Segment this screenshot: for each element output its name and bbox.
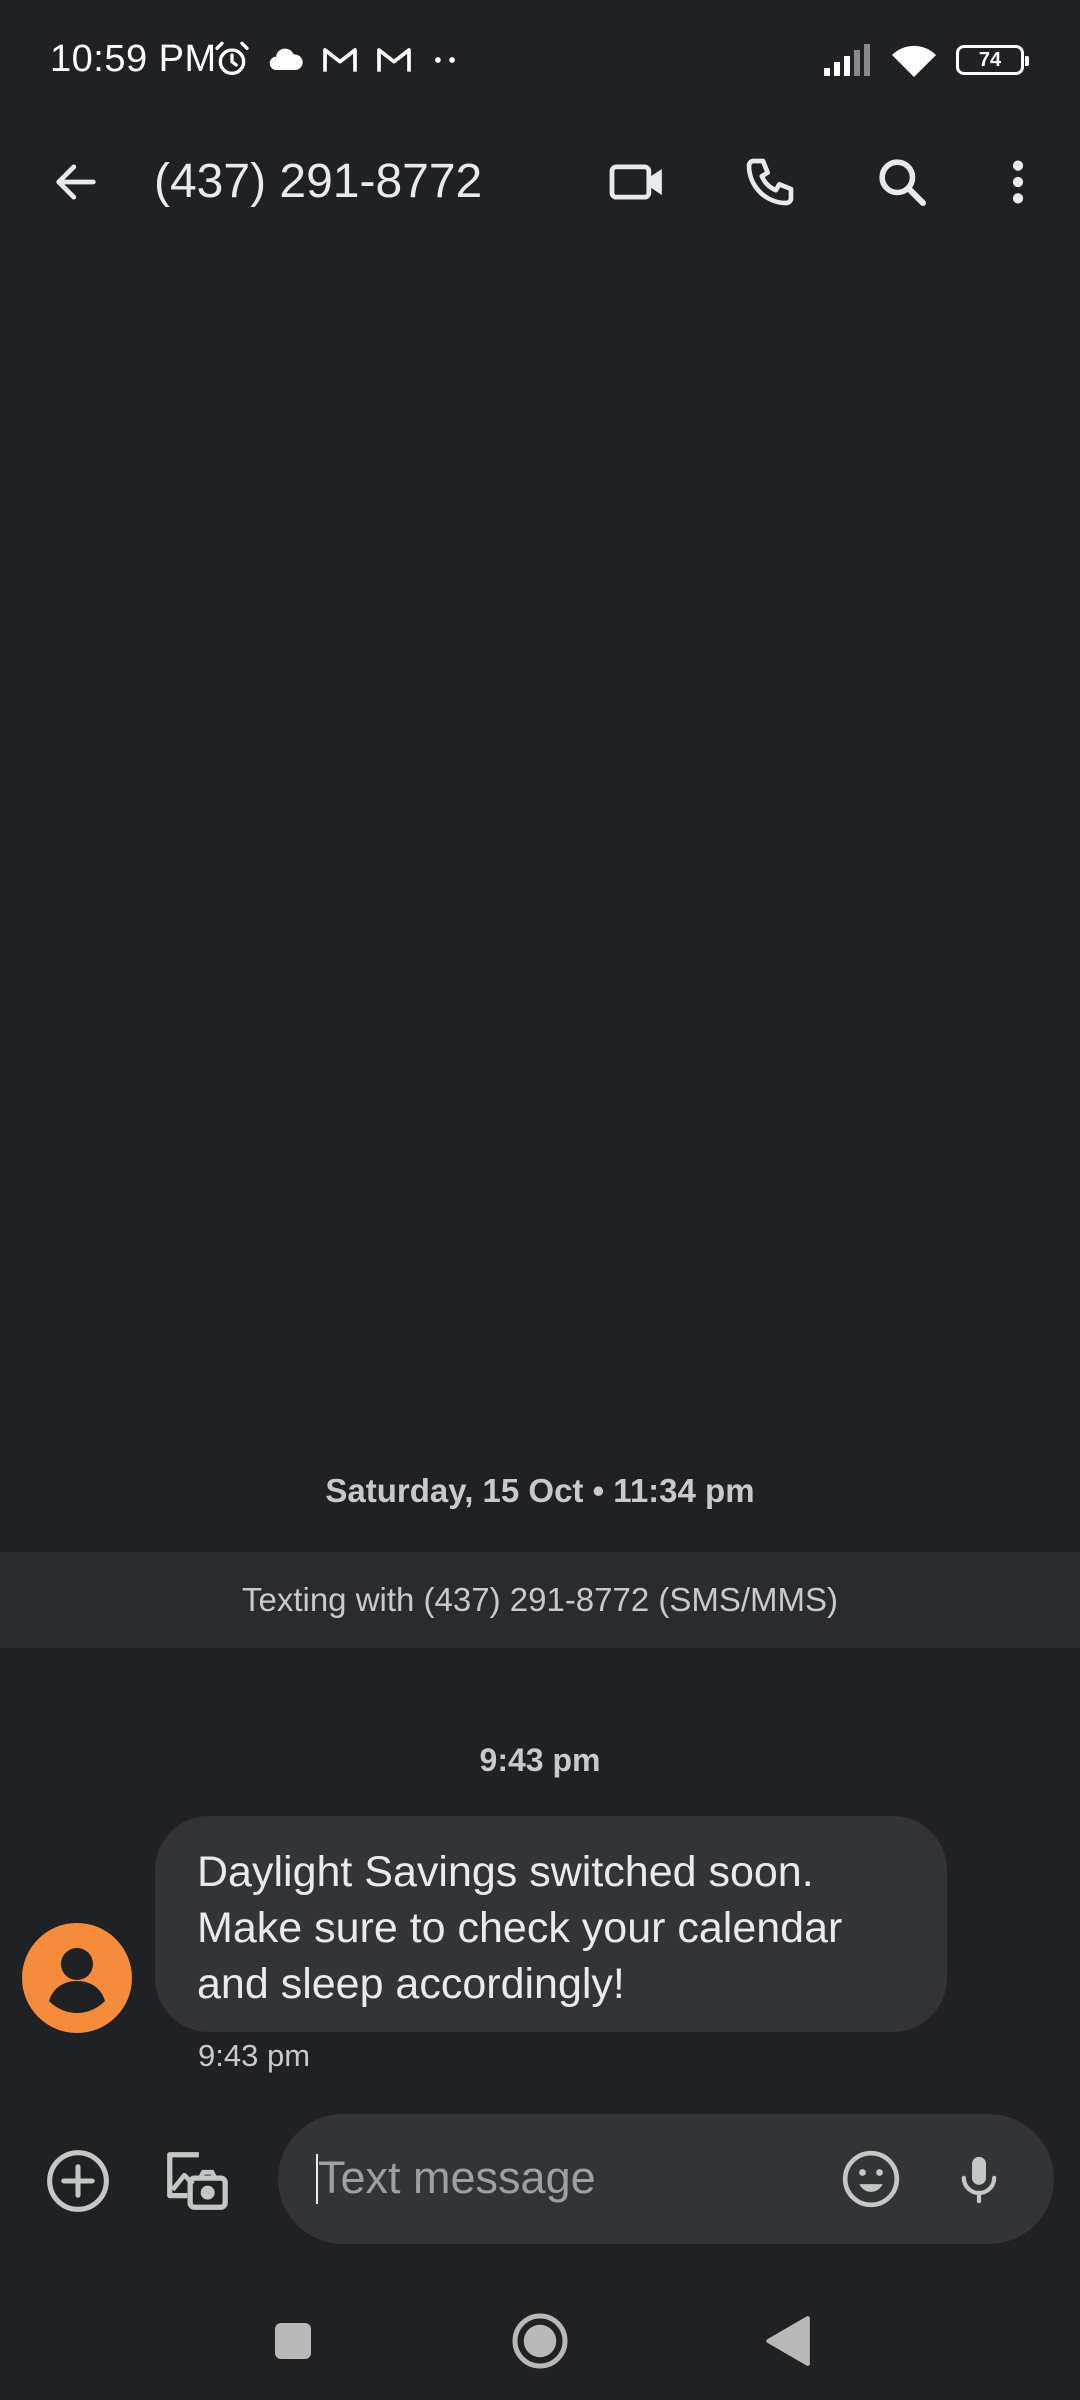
recents-square-icon — [275, 2323, 311, 2359]
wifi-icon — [892, 45, 936, 77]
video-call-button[interactable] — [598, 142, 678, 222]
search-button[interactable] — [862, 142, 942, 222]
emoji-button[interactable] — [830, 2138, 912, 2220]
incoming-message-bubble[interactable]: Daylight Savings switched soon. Make sur… — [155, 1816, 947, 2032]
contact-title: (437) 291-8772 — [154, 155, 483, 208]
status-bar: 10:59 PM 74 — [0, 0, 1080, 120]
contact-avatar[interactable] — [22, 1923, 132, 2033]
gmail-icon — [377, 48, 411, 72]
back-button[interactable] — [36, 142, 116, 222]
message-timestamp: 9:43 pm — [198, 2038, 311, 2073]
message-line: Daylight Savings switched soon. — [197, 1848, 814, 1896]
nav-back-button[interactable] — [742, 2296, 832, 2386]
add-circle-icon — [47, 2150, 109, 2212]
gallery-camera-button[interactable] — [154, 2139, 238, 2223]
status-time: 10:59 PM — [50, 38, 217, 80]
message-line: and sleep accordingly! — [197, 1960, 625, 2008]
texting-mode-text: Texting with (437) 291-8772 (SMS/MMS) — [241, 1581, 839, 1618]
status-system-icons: 74 — [822, 38, 1029, 82]
person-icon — [49, 1948, 105, 2013]
signal-icon — [824, 44, 870, 76]
conversation-app-bar: (437) 291-8772 — [0, 120, 1080, 244]
recents-button[interactable] — [248, 2296, 338, 2386]
video-call-icon — [609, 164, 662, 200]
more-options-button[interactable] — [978, 142, 1058, 222]
phone-icon — [746, 158, 794, 206]
system-navigation-bar — [0, 2290, 1080, 2400]
home-button[interactable] — [495, 2296, 585, 2386]
more-vert-icon — [1012, 160, 1024, 204]
attach-button[interactable] — [38, 2141, 118, 2221]
compose-placeholder: Text message — [318, 2152, 596, 2203]
back-triangle-icon — [766, 2316, 810, 2366]
alarm-icon — [215, 41, 249, 75]
emoji-icon — [842, 2150, 900, 2208]
back-arrow-icon — [56, 164, 96, 200]
gallery-camera-icon — [167, 2152, 228, 2210]
gmail-icon — [323, 48, 357, 72]
status-notification-icons — [212, 38, 462, 82]
phone-call-button[interactable] — [730, 142, 810, 222]
search-icon — [879, 159, 927, 207]
cloud-icon — [269, 48, 303, 71]
more-dots-icon — [435, 57, 455, 63]
texting-mode-banner: Texting with (437) 291-8772 (SMS/MMS) — [0, 1552, 1080, 1648]
conversation-date-header: Saturday, 15 Oct • 11:34 pm — [325, 1472, 755, 1509]
microphone-icon — [961, 2156, 997, 2204]
message-line: Make sure to check your calendar — [197, 1904, 843, 1952]
messages-screen: 10:59 PM 74 (437) 291-8772 Saturday, 15 … — [0, 0, 1080, 2400]
voice-input-button[interactable] — [938, 2138, 1020, 2220]
home-circle-icon — [512, 2313, 568, 2369]
message-compose-field[interactable]: Text message — [278, 2114, 1054, 2244]
battery-icon: 74 — [956, 45, 1029, 75]
battery-level: 74 — [978, 48, 1002, 71]
message-time-divider: 9:43 pm — [479, 1742, 601, 1778]
